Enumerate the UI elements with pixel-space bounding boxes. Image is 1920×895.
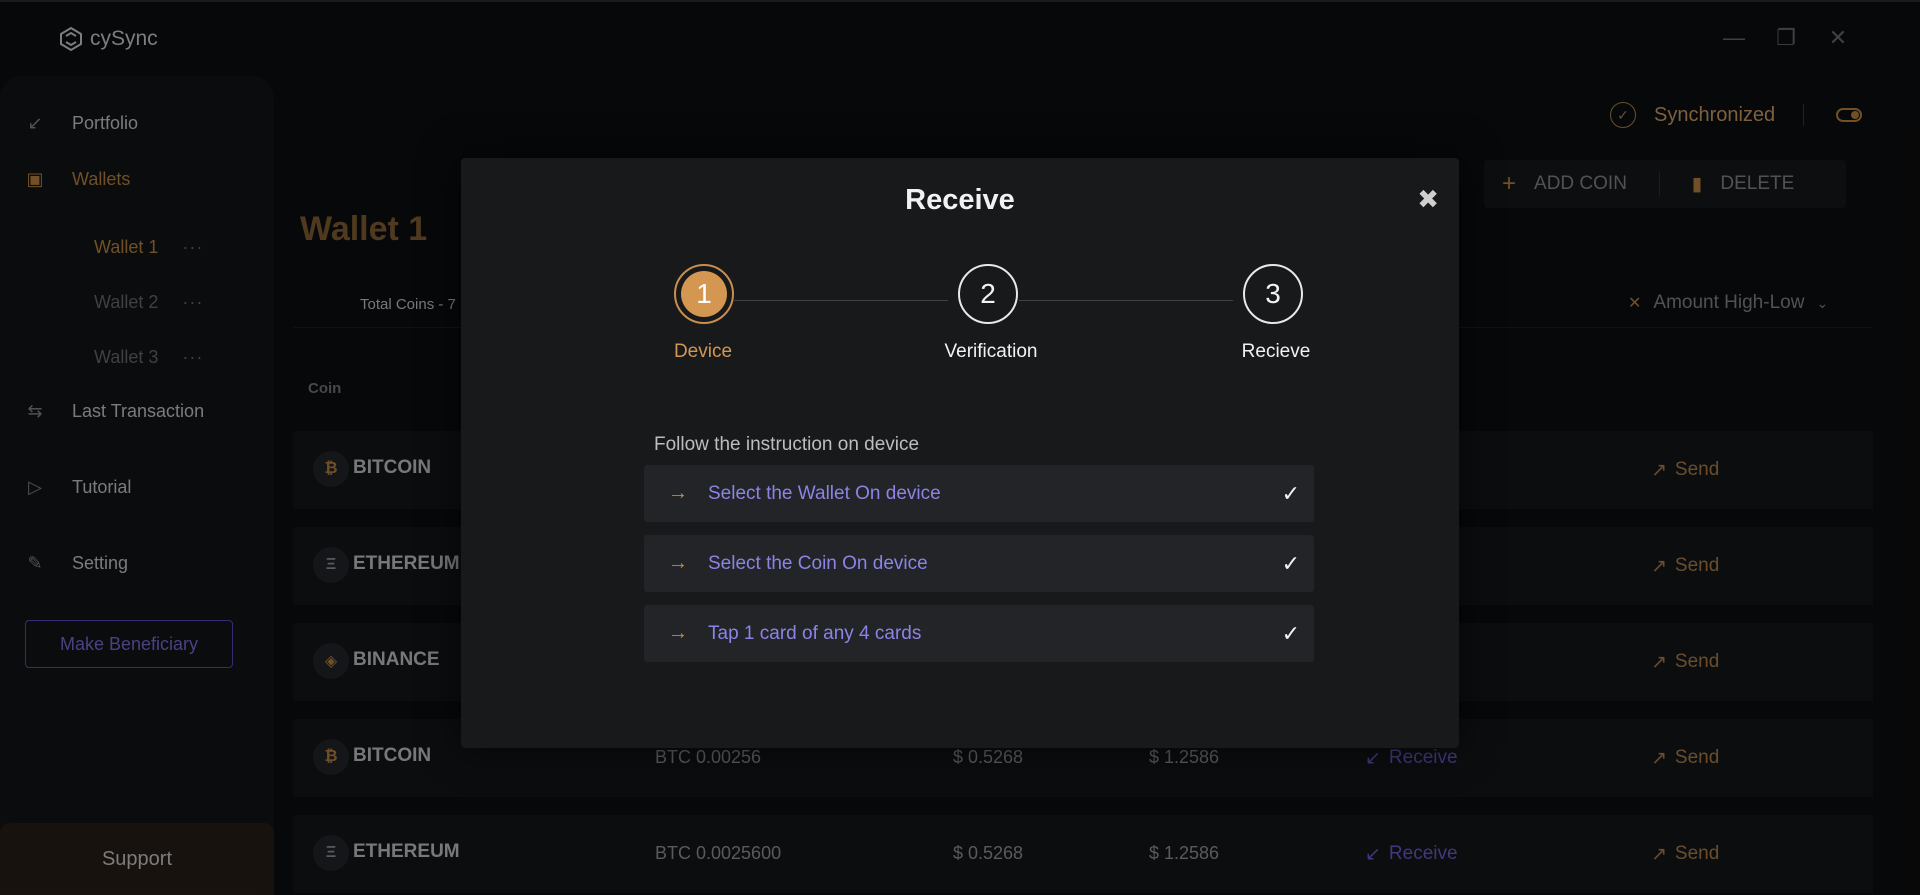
step-2-label: Verification [944, 341, 1038, 362]
checkmark-icon: ✓ [1281, 480, 1300, 506]
stepper-connector [1019, 300, 1233, 301]
instruction-text: Select the Wallet On device [708, 482, 941, 504]
instruction-text: Select the Coin On device [708, 552, 928, 574]
arrow-right-icon: → [668, 482, 688, 504]
arrow-right-icon: → [668, 622, 688, 644]
step-number: 1 [681, 271, 727, 317]
instruction-text: Tap 1 card of any 4 cards [708, 622, 922, 644]
close-modal-icon[interactable]: ✖ [1417, 184, 1439, 215]
receive-modal: Receive ✖ 1 2 3 Device Verification Reci… [461, 158, 1459, 748]
step-3-label: Recieve [1241, 341, 1311, 362]
instruction-item: → Tap 1 card of any 4 cards ✓ [644, 605, 1314, 662]
instruction-item: → Select the Wallet On device ✓ [644, 465, 1314, 522]
checkmark-icon: ✓ [1281, 550, 1300, 576]
step-1-indicator: 1 [674, 264, 734, 324]
step-1-label: Device [673, 341, 733, 362]
step-2-indicator: 2 [958, 264, 1018, 324]
instruction-heading: Follow the instruction on device [654, 434, 920, 455]
checkmark-icon: ✓ [1281, 620, 1300, 646]
step-3-indicator: 3 [1243, 264, 1303, 324]
arrow-right-icon: → [668, 552, 688, 574]
modal-title: Receive [905, 184, 1015, 216]
instruction-item: → Select the Coin On device ✓ [644, 535, 1314, 592]
stepper-connector [734, 300, 948, 301]
